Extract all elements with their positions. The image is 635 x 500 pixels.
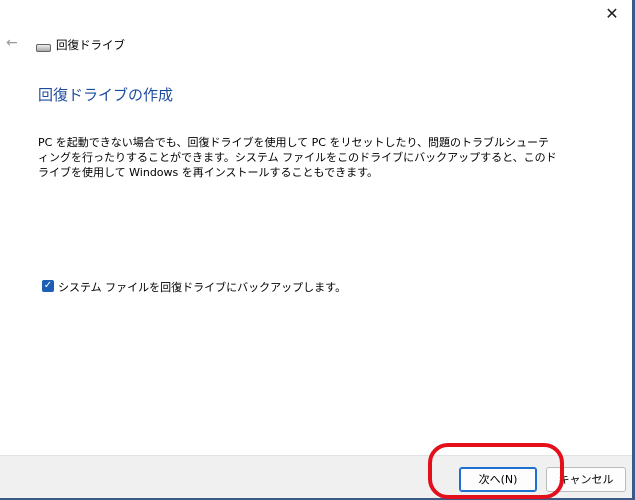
- next-button[interactable]: 次へ(N): [459, 467, 537, 492]
- footer-bar: [0, 455, 632, 498]
- cancel-button[interactable]: キャンセル: [546, 467, 626, 492]
- backup-system-files-checkbox[interactable]: ✓: [42, 280, 54, 292]
- checkbox-label[interactable]: システム ファイルを回復ドライブにバックアップします。: [58, 279, 346, 295]
- page-title: 回復ドライブの作成: [38, 86, 174, 104]
- description-text: PC を起動できない場合でも、回復ドライブを使用して PC をリセットしたり、問…: [38, 136, 557, 179]
- recovery-drive-window: ✕ ← 回復ドライブ 回復ドライブの作成 PC を起動できない場合でも、回復ドラ…: [0, 0, 635, 500]
- back-arrow-icon[interactable]: ←: [6, 35, 18, 51]
- close-icon[interactable]: ✕: [603, 5, 621, 23]
- drive-icon: [36, 44, 51, 52]
- window-title: 回復ドライブ: [56, 38, 125, 52]
